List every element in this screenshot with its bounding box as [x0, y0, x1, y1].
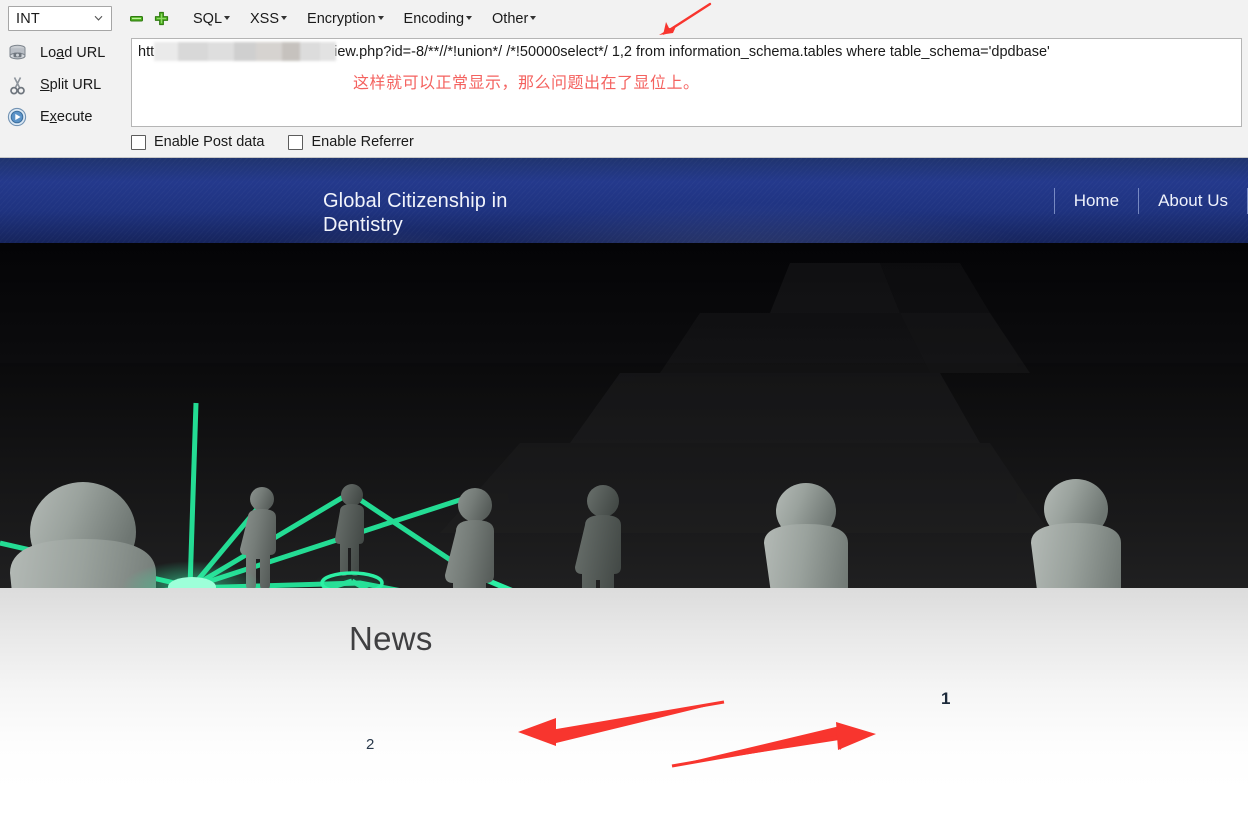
load-url-button[interactable]: Load URL: [0, 37, 128, 69]
execute-button[interactable]: Execute: [0, 101, 128, 133]
menu-encoding[interactable]: Encoding: [403, 10, 473, 27]
enable-post-data-label: Enable Post data: [154, 134, 265, 150]
chevron-down-icon: [224, 15, 231, 20]
redacted-host-mask: [154, 42, 336, 61]
menu-encryption-label: Encryption: [307, 10, 376, 27]
split-url-icon: [4, 76, 30, 95]
checkbox-box[interactable]: [131, 134, 146, 150]
chevron-down-icon: [281, 15, 288, 20]
menu-sql[interactable]: SQL: [193, 10, 231, 27]
hackbar-actions: Load URL Split URL Execute: [0, 37, 128, 133]
execute-icon: [4, 107, 30, 127]
menu-xss[interactable]: XSS: [250, 10, 288, 27]
query-result-column-1: 1: [941, 689, 951, 708]
url-suffix: iew.php?id=-8/**//*!union*/ /*!50000sele…: [334, 44, 1050, 60]
enable-referrer-checkbox[interactable]: Enable Referrer: [288, 134, 414, 150]
menu-xss-label: XSS: [250, 10, 280, 27]
url-prefix: htt: [138, 44, 155, 60]
hackbar-menu-row: INT SQL XSS Encryption Encoding Other: [0, 0, 1248, 37]
menu-encryption[interactable]: Encryption: [307, 11, 384, 27]
url-input[interactable]: htt iew.php?id=-8/**//*!union*/ /*!50000s…: [131, 38, 1242, 127]
nav-item-about-us[interactable]: About Us: [1139, 188, 1247, 214]
payload-type-select[interactable]: INT: [8, 6, 112, 31]
hero-banner-image: [0, 243, 1248, 588]
checkbox-box[interactable]: [288, 134, 304, 150]
site-header: Global Citizenship in Dentistry Home Abo…: [0, 158, 1248, 243]
remove-param-button[interactable]: [129, 11, 144, 26]
enable-referrer-label: Enable Referrer: [311, 134, 414, 150]
load-url-label: Load URL: [40, 45, 106, 61]
hackbar-options-row: Enable Post data Enable Referrer: [131, 130, 414, 154]
site-title-line1: Global Citizenship in: [323, 190, 508, 212]
query-result-column-2: 2: [366, 736, 375, 753]
chevron-down-icon: [466, 15, 473, 20]
site-title: Global Citizenship in Dentistry: [323, 189, 583, 237]
execute-label: Execute: [40, 109, 93, 125]
chevron-down-icon: [377, 15, 384, 20]
chinese-annotation-text: 这样就可以正常显示，那么问题出在了显位上。: [353, 75, 700, 92]
menu-encoding-label: Encoding: [403, 10, 465, 27]
site-nav: Home About Us: [1053, 186, 1248, 216]
nav-item-home[interactable]: Home: [1055, 188, 1138, 214]
menu-other-label: Other: [492, 10, 529, 27]
split-url-button[interactable]: Split URL: [0, 69, 128, 101]
payload-type-value: INT: [16, 10, 40, 27]
hackbar-menus: SQL XSS Encryption Encoding Other: [193, 10, 537, 27]
hackbar-toolbar: INT SQL XSS Encryption Encoding Other Lo…: [0, 0, 1248, 158]
news-section: [0, 588, 1248, 839]
menu-sql-label: SQL: [193, 10, 223, 27]
site-title-line2: Dentistry: [323, 214, 403, 236]
chevron-down-icon: [530, 15, 537, 20]
enable-post-data-checkbox[interactable]: Enable Post data: [131, 134, 264, 150]
chevron-down-icon: [94, 13, 103, 22]
screenshot-root: INT SQL XSS Encryption Encoding Other Lo…: [0, 0, 1248, 839]
news-heading: News: [349, 620, 433, 657]
menu-other[interactable]: Other: [492, 10, 537, 27]
load-url-icon: [4, 44, 30, 62]
add-param-button[interactable]: [154, 11, 169, 26]
split-url-label: Split URL: [40, 77, 102, 93]
